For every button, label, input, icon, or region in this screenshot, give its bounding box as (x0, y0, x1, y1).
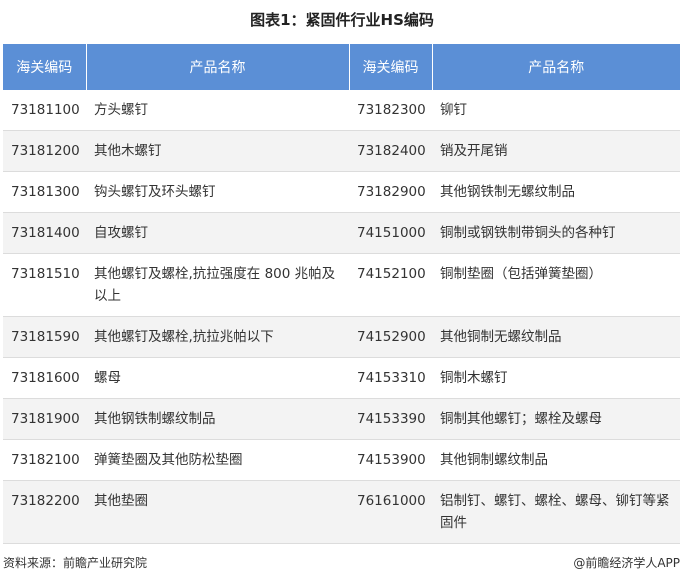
customs-code-cell: 74152900 (349, 316, 432, 358)
product-name-cell: 铜制其他螺钉；螺栓及螺母 (432, 398, 680, 440)
product-name-cell: 铆钉 (432, 90, 680, 131)
product-name-cell: 其他铜制无螺纹制品 (432, 316, 680, 358)
product-name-cell: 其他垫圈 (86, 480, 349, 544)
product-name-cell: 其他钢铁制螺纹制品 (86, 398, 349, 440)
customs-code-cell: 73181900 (3, 398, 86, 440)
table-row: 73181200 其他木螺钉 73182400 销及开尾销 (3, 130, 680, 172)
product-name-cell: 螺母 (86, 357, 349, 399)
customs-code-cell: 73182300 (349, 90, 432, 131)
customs-code-cell: 73181510 (3, 253, 86, 317)
table-row: 73181510 其他螺钉及螺栓,抗拉强度在 800 兆帕及以上 7415210… (3, 253, 680, 317)
footer: 资料来源：前瞻产业研究院 @前瞻经济学人APP (3, 553, 680, 573)
figure-title: 图表1：紧固件行业HS编码 (250, 11, 434, 29)
table-row: 73181100 方头螺钉 73182300 铆钉 (3, 90, 680, 131)
customs-code-cell: 74152100 (349, 253, 432, 317)
header-customs-code-1: 海关编码 (3, 44, 87, 90)
table-row: 73182200 其他垫圈 76161000 铝制钉、螺钉、螺栓、螺母、铆钉等紧… (3, 480, 680, 544)
customs-code-cell: 74153900 (349, 439, 432, 481)
table-row: 73181400 自攻螺钉 74151000 铜制或钢铁制带铜头的各种钉 (3, 212, 680, 254)
customs-code-cell: 74151000 (349, 212, 432, 254)
customs-code-cell: 73182900 (349, 171, 432, 213)
customs-code-cell: 73182400 (349, 130, 432, 172)
table-row: 73181300 钩头螺钉及环头螺钉 73182900 其他钢铁制无螺纹制品 (3, 171, 680, 213)
hs-code-table: 海关编码 产品名称 海关编码 产品名称 73181100 方头螺钉 731823… (3, 44, 680, 544)
customs-code-cell: 76161000 (349, 480, 432, 544)
product-name-cell: 铜制木螺钉 (432, 357, 680, 399)
product-name-cell: 铜制或钢铁制带铜头的各种钉 (432, 212, 680, 254)
product-name-cell: 方头螺钉 (86, 90, 349, 131)
brand-credit: @前瞻经济学人APP (573, 556, 680, 570)
header-product-name-2: 产品名称 (432, 44, 680, 90)
product-name-cell: 铝制钉、螺钉、螺栓、螺母、铆钉等紧固件 (432, 480, 680, 544)
customs-code-cell: 74153390 (349, 398, 432, 440)
customs-code-cell: 73181200 (3, 130, 86, 172)
product-name-cell: 自攻螺钉 (86, 212, 349, 254)
customs-code-cell: 73181590 (3, 316, 86, 358)
product-name-cell: 其他钢铁制无螺纹制品 (432, 171, 680, 213)
product-name-cell: 其他铜制螺纹制品 (432, 439, 680, 481)
customs-code-cell: 73181300 (3, 171, 86, 213)
customs-code-cell: 73181100 (3, 90, 86, 131)
table-row: 73182100 弹簧垫圈及其他防松垫圈 74153900 其他铜制螺纹制品 (3, 439, 680, 481)
header-product-name-1: 产品名称 (86, 44, 350, 90)
table-row: 73181900 其他钢铁制螺纹制品 74153390 铜制其他螺钉；螺栓及螺母 (3, 398, 680, 440)
customs-code-cell: 73182100 (3, 439, 86, 481)
product-name-cell: 钩头螺钉及环头螺钉 (86, 171, 349, 213)
product-name-cell: 其他螺钉及螺栓,抗拉强度在 800 兆帕及以上 (86, 253, 349, 317)
table-row: 73181590 其他螺钉及螺栓,抗拉兆帕以下 74152900 其他铜制无螺纹… (3, 316, 680, 358)
product-name-cell: 铜制垫圈（包括弹簧垫圈） (432, 253, 680, 317)
hs-code-table-container: 海关编码 产品名称 海关编码 产品名称 73181100 方头螺钉 731823… (3, 44, 680, 544)
product-name-cell: 弹簧垫圈及其他防松垫圈 (86, 439, 349, 481)
customs-code-cell: 73181600 (3, 357, 86, 399)
header-customs-code-2: 海关编码 (349, 44, 433, 90)
customs-code-cell: 74153310 (349, 357, 432, 399)
product-name-cell: 销及开尾销 (432, 130, 680, 172)
table-row: 73181600 螺母 74153310 铜制木螺钉 (3, 357, 680, 399)
product-name-cell: 其他木螺钉 (86, 130, 349, 172)
table-header-row: 海关编码 产品名称 海关编码 产品名称 (3, 44, 680, 90)
customs-code-cell: 73181400 (3, 212, 86, 254)
source-note: 资料来源：前瞻产业研究院 (3, 556, 148, 570)
customs-code-cell: 73182200 (3, 480, 86, 544)
product-name-cell: 其他螺钉及螺栓,抗拉兆帕以下 (86, 316, 349, 358)
